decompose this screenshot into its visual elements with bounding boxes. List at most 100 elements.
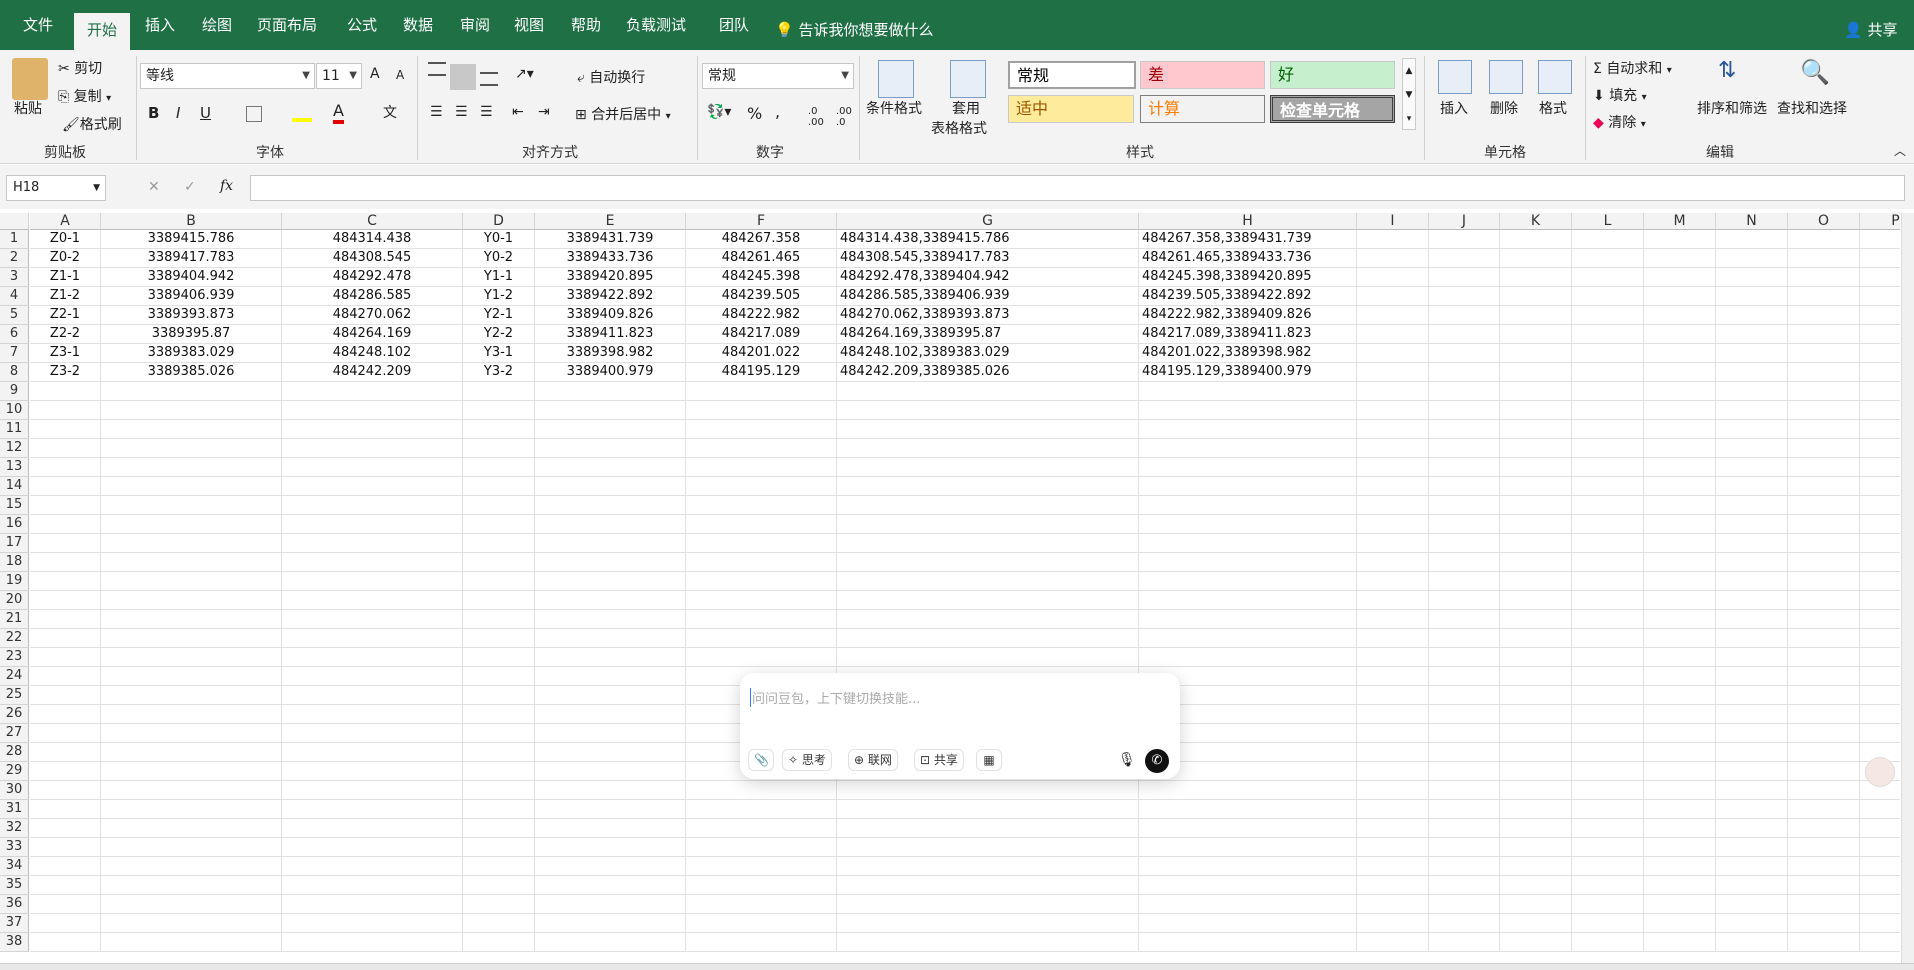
tab-6[interactable]: 数据 <box>398 10 438 41</box>
cell-P31[interactable] <box>1860 800 1900 819</box>
cell-C38[interactable] <box>282 933 463 952</box>
cell-E1[interactable]: 3389431.739 <box>535 230 686 249</box>
cell-A15[interactable] <box>30 496 101 515</box>
cell-A13[interactable] <box>30 458 101 477</box>
cell-H3[interactable]: 484245.398,3389420.895 <box>1139 268 1357 287</box>
cell-G5[interactable]: 484270.062,3389393.873 <box>837 306 1139 325</box>
cell-L12[interactable] <box>1572 439 1644 458</box>
cell-E30[interactable] <box>535 781 686 800</box>
style-neutral[interactable]: 适中 <box>1008 95 1134 123</box>
cell-N8[interactable] <box>1716 363 1788 382</box>
cell-F37[interactable] <box>686 914 837 933</box>
cell-J12[interactable] <box>1429 439 1500 458</box>
enter-icon[interactable]: ✓ <box>184 179 196 195</box>
cell-I1[interactable] <box>1357 230 1429 249</box>
cell-J33[interactable] <box>1429 838 1500 857</box>
cell-M7[interactable] <box>1644 344 1716 363</box>
cell-B33[interactable] <box>101 838 282 857</box>
cell-N22[interactable] <box>1716 629 1788 648</box>
cell-A2[interactable]: Z0-2 <box>30 249 101 268</box>
cell-B7[interactable]: 3389383.029 <box>101 344 282 363</box>
cell-I36[interactable] <box>1357 895 1429 914</box>
cell-B25[interactable] <box>101 686 282 705</box>
cell-I32[interactable] <box>1357 819 1429 838</box>
style-check-cell[interactable]: 检查单元格 <box>1270 95 1395 123</box>
cell-G32[interactable] <box>837 819 1139 838</box>
cell-O36[interactable] <box>1788 895 1860 914</box>
cell-D28[interactable] <box>463 743 535 762</box>
cell-F19[interactable] <box>686 572 837 591</box>
cell-A33[interactable] <box>30 838 101 857</box>
cell-J35[interactable] <box>1429 876 1500 895</box>
cell-B27[interactable] <box>101 724 282 743</box>
cell-P26[interactable] <box>1860 705 1900 724</box>
cell-M30[interactable] <box>1644 781 1716 800</box>
table-format-button-2[interactable]: 表格格式 <box>931 118 987 138</box>
cell-O3[interactable] <box>1788 268 1860 287</box>
cell-O13[interactable] <box>1788 458 1860 477</box>
cell-A9[interactable] <box>30 382 101 401</box>
cell-B21[interactable] <box>101 610 282 629</box>
align-left-icon[interactable]: ☰ <box>430 104 443 120</box>
cell-E21[interactable] <box>535 610 686 629</box>
cell-C5[interactable]: 484270.062 <box>282 306 463 325</box>
cell-B30[interactable] <box>101 781 282 800</box>
cell-A21[interactable] <box>30 610 101 629</box>
cell-F11[interactable] <box>686 420 837 439</box>
row-header[interactable]: 32 <box>0 819 29 838</box>
cell-P18[interactable] <box>1860 553 1900 572</box>
cell-L28[interactable] <box>1572 743 1644 762</box>
row-header[interactable]: 28 <box>0 743 29 762</box>
cell-C10[interactable] <box>282 401 463 420</box>
cell-N16[interactable] <box>1716 515 1788 534</box>
call-icon[interactable]: ✆ <box>1145 749 1169 773</box>
cell-N3[interactable] <box>1716 268 1788 287</box>
cell-G17[interactable] <box>837 534 1139 553</box>
cell-M1[interactable] <box>1644 230 1716 249</box>
cell-J30[interactable] <box>1429 781 1500 800</box>
cell-L2[interactable] <box>1572 249 1644 268</box>
cell-G21[interactable] <box>837 610 1139 629</box>
cell-O30[interactable] <box>1788 781 1860 800</box>
cell-I9[interactable] <box>1357 382 1429 401</box>
cell-G31[interactable] <box>837 800 1139 819</box>
cell-P34[interactable] <box>1860 857 1900 876</box>
cell-A26[interactable] <box>30 705 101 724</box>
cell-C15[interactable] <box>282 496 463 515</box>
italic-button[interactable]: I <box>176 104 180 122</box>
cell-A7[interactable]: Z3-1 <box>30 344 101 363</box>
format-cells-icon[interactable] <box>1538 60 1572 94</box>
cell-N28[interactable] <box>1716 743 1788 762</box>
cell-J8[interactable] <box>1429 363 1500 382</box>
cell-O17[interactable] <box>1788 534 1860 553</box>
highlight-icon[interactable] <box>292 104 312 122</box>
cell-P10[interactable] <box>1860 401 1900 420</box>
cell-I6[interactable] <box>1357 325 1429 344</box>
cell-I29[interactable] <box>1357 762 1429 781</box>
cell-E15[interactable] <box>535 496 686 515</box>
cell-K9[interactable] <box>1500 382 1572 401</box>
cell-J25[interactable] <box>1429 686 1500 705</box>
cell-D11[interactable] <box>463 420 535 439</box>
cell-H11[interactable] <box>1139 420 1357 439</box>
cell-M6[interactable] <box>1644 325 1716 344</box>
cell-J27[interactable] <box>1429 724 1500 743</box>
table-format-icon[interactable] <box>950 60 986 98</box>
cell-G34[interactable] <box>837 857 1139 876</box>
cell-G18[interactable] <box>837 553 1139 572</box>
cell-O27[interactable] <box>1788 724 1860 743</box>
assistant-avatar[interactable] <box>1865 757 1895 787</box>
cell-K10[interactable] <box>1500 401 1572 420</box>
cell-L36[interactable] <box>1572 895 1644 914</box>
cell-C16[interactable] <box>282 515 463 534</box>
cell-F35[interactable] <box>686 876 837 895</box>
cell-C29[interactable] <box>282 762 463 781</box>
row-header[interactable]: 15 <box>0 496 29 515</box>
column-header-K[interactable]: K <box>1500 213 1572 230</box>
cell-M18[interactable] <box>1644 553 1716 572</box>
cell-O31[interactable] <box>1788 800 1860 819</box>
cell-M16[interactable] <box>1644 515 1716 534</box>
cell-H31[interactable] <box>1139 800 1357 819</box>
cell-E23[interactable] <box>535 648 686 667</box>
cell-P9[interactable] <box>1860 382 1900 401</box>
